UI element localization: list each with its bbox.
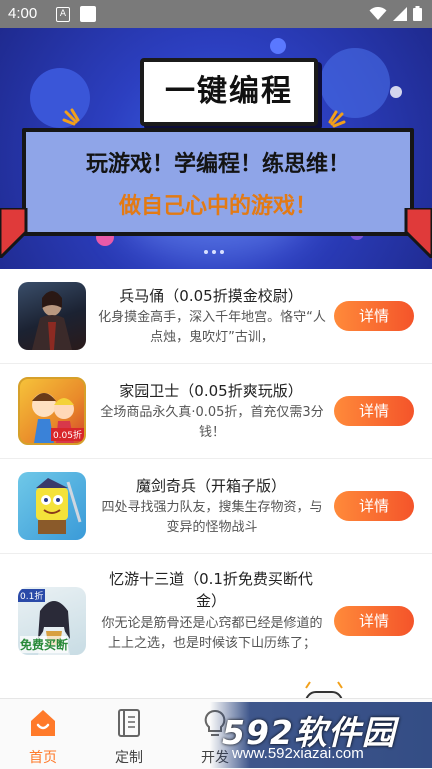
game-item[interactable]: 魔剑奇兵（开箱子版） 四处寻找强力队友，搜集生存物资，与变异的怪物战斗 详情 xyxy=(0,459,432,554)
game-description: 全场商品永久真·0.05折，首充仅需3分钱！ xyxy=(100,405,324,440)
hero-girls-game-icon[interactable]: 0.05折 xyxy=(18,377,86,445)
sponge-knight-game-icon[interactable] xyxy=(18,472,86,540)
battery-icon xyxy=(413,6,422,21)
status-bar: 4:00 A xyxy=(0,0,432,28)
wifi-icon xyxy=(369,6,387,20)
game-item[interactable]: 0.1折 免费买断 忆游十三道（0.1折免费买断代金） 你无论是筋骨还是心窍都已… xyxy=(0,554,432,694)
banner-slogan-board: 玩游戏！学编程！练思维！ 做自己心中的游戏！ xyxy=(22,128,414,236)
game-name: 魔剑奇兵（开箱子版） xyxy=(135,477,286,495)
free-buyout-badge: 免费买断 xyxy=(20,636,69,653)
banner-slogan-line1: 玩游戏！学编程！练思维！ xyxy=(85,152,350,177)
indicator-dot xyxy=(220,250,224,254)
home-icon xyxy=(31,710,55,736)
indicator-dot xyxy=(204,250,208,254)
detail-button[interactable]: 详情 xyxy=(334,396,414,426)
discount-badge: 0.05折 xyxy=(50,428,84,441)
nav-customize[interactable]: 定制 xyxy=(86,699,172,769)
detail-button[interactable]: 详情 xyxy=(334,491,414,521)
decor-ball-5 xyxy=(390,86,402,98)
banner-page-indicator xyxy=(204,250,224,254)
game-item[interactable]: 0.05折 家园卫士（0.05折爽玩版） 全场商品永久真·0.05折，首充仅需3… xyxy=(0,364,432,459)
game-description: 四处寻找强力队友，搜集生存物资，与变异的怪物战斗 xyxy=(101,500,323,535)
detail-button[interactable]: 详情 xyxy=(334,301,414,331)
nav-label: 首页 xyxy=(29,750,57,766)
board-corner-right xyxy=(404,208,432,258)
banner-slogan-line2: 做自己心中的游戏！ xyxy=(118,194,317,219)
decor-ball-2 xyxy=(320,48,390,118)
banner-title-plate: 一键编程 xyxy=(140,58,318,126)
game-name: 忆游十三道（0.1折免费买断代金） xyxy=(109,570,313,610)
decor-ball-6 xyxy=(270,38,286,54)
game-name: 家园卫士（0.05折爽玩版） xyxy=(119,382,303,400)
watermark-url: www.592xiazai.com xyxy=(232,745,364,762)
keyboard-indicator-icon: A xyxy=(56,7,70,22)
book-icon xyxy=(118,709,140,737)
status-time: 4:00 xyxy=(8,5,38,22)
game-description: 化身摸金高手，深入千年地宫。恪守“人点烛，鬼吹灯”古训， xyxy=(98,310,326,345)
xianxia-girl-game-icon[interactable]: 0.1折 免费买断 xyxy=(18,587,86,655)
banner-title: 一键编程 xyxy=(165,74,293,109)
nav-home[interactable]: 首页 xyxy=(0,699,86,769)
status-icons xyxy=(369,6,422,21)
game-name: 兵马俑（0.05折摸金校尉） xyxy=(119,287,303,305)
nav-label: 定制 xyxy=(115,750,143,766)
detail-button[interactable]: 详情 xyxy=(334,606,414,636)
indicator-dot xyxy=(212,250,216,254)
game-description: 你无论是筋骨还是心窍都已经是修道的上上之选，也是时候该下山历练了； xyxy=(101,616,323,651)
board-corner-left xyxy=(0,208,28,258)
game-item[interactable]: 兵马俑（0.05折摸金校尉） 化身摸金高手，深入千年地宫。恪守“人点烛，鬼吹灯”… xyxy=(0,269,432,364)
promo-banner[interactable]: 一键编程 玩游戏！学编程！练思维！ 做自己心中的游戏！ xyxy=(0,28,432,269)
notification-square-icon xyxy=(80,6,96,22)
signal-icon xyxy=(393,6,407,21)
warrior-game-icon[interactable] xyxy=(18,282,86,350)
discount-badge: 0.1折 xyxy=(18,589,46,602)
